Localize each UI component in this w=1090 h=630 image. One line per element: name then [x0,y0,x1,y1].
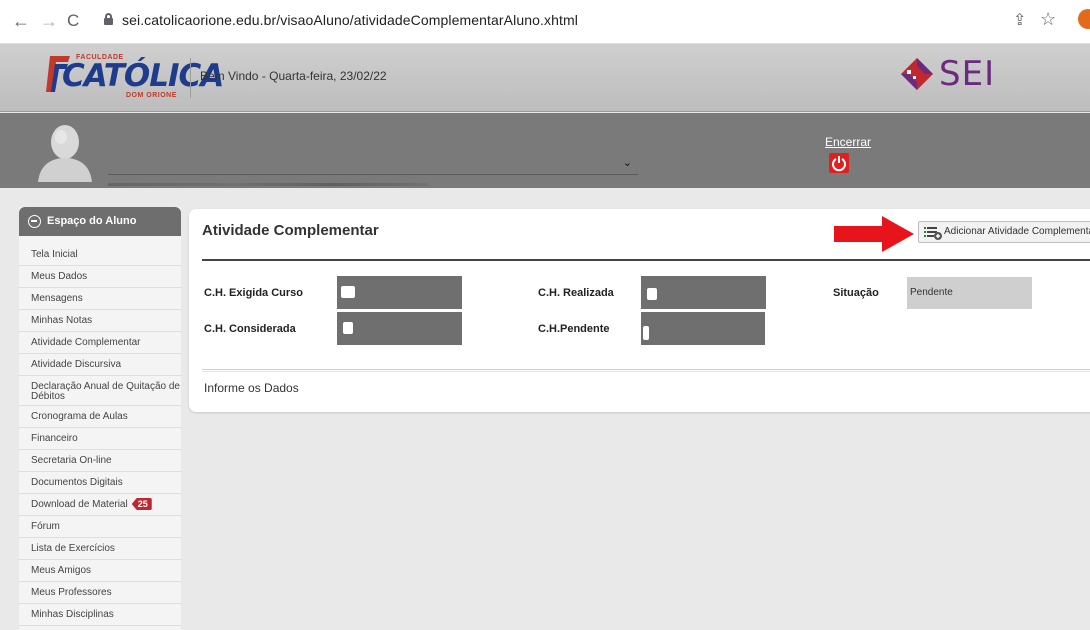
reload-icon[interactable]: C [67,11,79,31]
site-header: FACULDADE CATÓLICA DOM ORIONE Bem Vindo … [0,44,1090,112]
sidebar-item-label: Meus Professores [31,587,112,598]
bookmark-star-icon[interactable]: ☆ [1040,9,1056,30]
sidebar-item-documentos[interactable]: Documentos Digitais [19,472,181,494]
sidebar-item-label: Atividade Discursiva [31,359,122,370]
informe-divider [202,369,1090,372]
logo-bottom-text: DOM ORIONE [126,92,177,99]
ch-pendente-label: C.H.Pendente [538,323,610,335]
sidebar-item-financeiro[interactable]: Financeiro [19,428,181,450]
user-course-select[interactable]: ⌄ [108,153,638,175]
list-add-icon [924,227,942,240]
sidebar-item-label: Minhas Disciplinas [31,609,114,620]
sidebar-item-label: Declaração Anual de Quitação de Débitos [31,381,180,402]
ch-considerada-label: C.H. Considerada [204,323,296,335]
add-activity-button[interactable]: Adicionar Atividade Complementar [918,221,1090,243]
sidebar-item-mensagens[interactable]: Mensagens [19,288,181,310]
sei-logo: SEI [897,54,1017,94]
sidebar-item-label: Cronograma de Aulas [31,411,128,422]
lock-icon [104,13,113,25]
sidebar-item-meus-professores[interactable]: Meus Professores [19,582,181,604]
sidebar-item-declaracao-anual[interactable]: Declaração Anual de Quitação de Débitos [19,376,181,406]
sei-diamond-icon [901,58,933,90]
sidebar-item-minhas-disciplinas[interactable]: Minhas Disciplinas [19,604,181,626]
sidebar-item-label: Lista de Exercícios [31,543,115,554]
avatar [38,125,92,182]
sidebar-item-label: Minhas Notas [31,315,93,326]
page-title: Atividade Complementar [202,222,379,239]
sidebar-item-label: Meus Dados [31,271,88,282]
sidebar-item-label: Atividade Complementar [31,337,141,348]
user-info-line [108,183,428,186]
informe-dados-text: Informe os Dados [204,381,299,395]
welcome-text: Bem Vindo - Quarta-feira, 23/02/22 [200,69,387,83]
back-arrow-icon[interactable]: ← [12,11,30,31]
catolica-logo[interactable]: FACULDADE CATÓLICA DOM ORIONE [44,52,224,100]
logout-link[interactable]: Encerrar [825,135,871,149]
title-divider [202,259,1090,261]
sidebar: Espaço do Aluno Tela Inicial Meus Dados … [19,207,181,630]
ch-realizada-value [641,276,766,309]
main-panel: Atividade Complementar Adicionar Ativida… [189,209,1090,412]
sidebar-item-label: Secretaria On-line [31,455,112,466]
profile-avatar[interactable] [1078,9,1090,29]
sidebar-title: Espaço do Aluno [47,215,137,227]
sidebar-item-minhas-notas[interactable]: Minhas Notas [19,310,181,332]
sidebar-item-label: Download de Material [31,499,128,510]
forward-arrow-icon[interactable]: → [40,11,58,31]
ch-exigida-label: C.H. Exigida Curso [204,287,304,299]
sidebar-item-tela-inicial[interactable]: Tela Inicial [19,244,181,266]
add-activity-label: Adicionar Atividade Complementar [944,226,1090,237]
user-band: ⌄ Encerrar [0,113,1090,188]
count-badge: 25 [131,498,152,510]
sidebar-item-atividade-complementar[interactable]: Atividade Complementar [19,332,181,354]
collapse-icon[interactable] [28,215,41,228]
sidebar-item-label: Mensagens [31,293,83,304]
sidebar-item-label: Documentos Digitais [31,477,123,488]
sidebar-menu: Tela Inicial Meus Dados Mensagens Minhas… [19,244,181,626]
power-icon[interactable] [829,153,849,173]
sidebar-header[interactable]: Espaço do Aluno [19,207,181,236]
ch-realizada-label: C.H. Realizada [538,287,614,299]
sidebar-item-meus-amigos[interactable]: Meus Amigos [19,560,181,582]
share-icon[interactable]: ⇪ [1013,10,1026,30]
sidebar-item-download-material[interactable]: Download de Material 25 [19,494,181,516]
sidebar-item-label: Fórum [31,521,60,532]
sidebar-item-cronograma[interactable]: Cronograma de Aulas [19,406,181,428]
red-arrow-icon [834,216,914,252]
address-bar[interactable]: sei.catolicaorione.edu.br/visaoAluno/ati… [122,12,578,28]
sei-logo-text: SEI [939,54,996,94]
sidebar-item-lista-exercicios[interactable]: Lista de Exercícios [19,538,181,560]
sidebar-item-forum[interactable]: Fórum [19,516,181,538]
ch-pendente-value [641,312,765,345]
situacao-value: Pendente [907,277,1032,309]
sidebar-item-atividade-discursiva[interactable]: Atividade Discursiva [19,354,181,376]
sidebar-item-label: Tela Inicial [31,249,78,260]
sidebar-item-secretaria[interactable]: Secretaria On-line [19,450,181,472]
ch-considerada-value [337,312,462,345]
chevron-down-icon: ⌄ [622,157,632,169]
situacao-label: Situação [833,287,879,299]
ch-exigida-value [337,276,462,309]
sidebar-item-label: Financeiro [31,433,78,444]
header-divider [190,58,191,98]
sidebar-item-label: Meus Amigos [31,565,92,576]
sidebar-item-meus-dados[interactable]: Meus Dados [19,266,181,288]
browser-toolbar: ← → C sei.catolicaorione.edu.br/visaoAlu… [0,0,1090,44]
